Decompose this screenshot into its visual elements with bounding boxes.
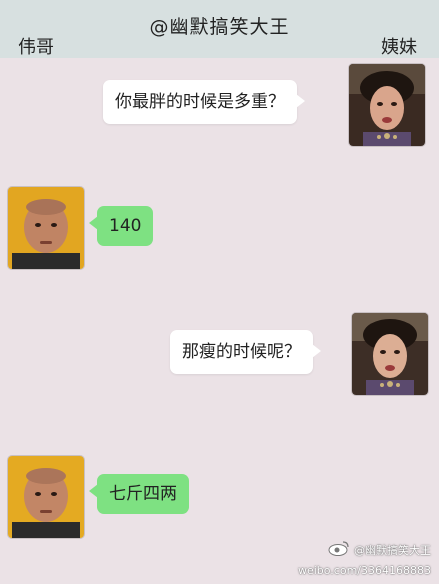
- chat-title: @幽默搞笑大王: [149, 16, 290, 38]
- message-bubble[interactable]: 140: [89, 206, 154, 246]
- message-bubble[interactable]: 七斤四两: [89, 474, 189, 514]
- right-participant-name: 姨妹: [381, 37, 417, 58]
- weibo-logo-icon: [328, 540, 350, 562]
- message-bubble[interactable]: 你最胖的时候是多重？: [103, 80, 305, 124]
- avatar-man[interactable]: [8, 187, 84, 269]
- message-text: 140: [109, 216, 142, 236]
- watermark-url: weibo.com/3364168883: [297, 564, 431, 577]
- watermark-handle: @幽默搞笑大王: [354, 544, 431, 557]
- message-bubble[interactable]: 那瘦的时候呢？: [170, 330, 321, 374]
- avatar-woman[interactable]: [349, 64, 425, 146]
- left-participant-name: 伟哥: [18, 37, 54, 58]
- avatar-woman[interactable]: [352, 313, 428, 395]
- avatar-man[interactable]: [8, 456, 84, 538]
- message-text: 那瘦的时候呢？: [182, 342, 301, 362]
- chat-header: @幽默搞笑大王 伟哥 姨妹: [0, 0, 439, 58]
- message-text: 你最胖的时候是多重？: [115, 92, 285, 112]
- watermark: @幽默搞笑大王 weibo.com/3364168883: [298, 540, 431, 580]
- message-text: 七斤四两: [109, 484, 177, 504]
